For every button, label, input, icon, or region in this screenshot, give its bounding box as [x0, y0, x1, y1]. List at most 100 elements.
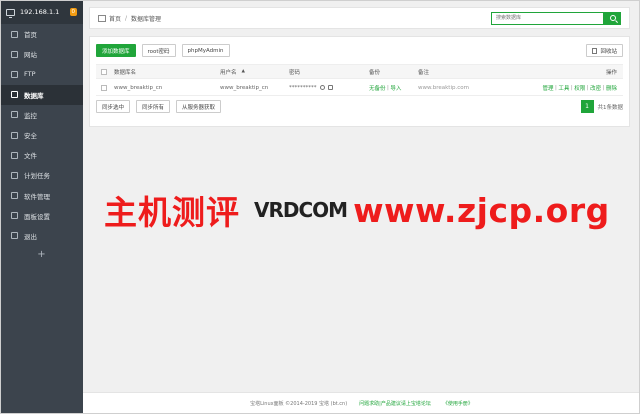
- search-icon: [609, 15, 616, 21]
- search-button[interactable]: [604, 11, 621, 25]
- select-all-checkbox[interactable]: [101, 65, 107, 78]
- change-password-link[interactable]: 改密: [590, 84, 601, 92]
- sidebar-item-security[interactable]: 安全: [0, 125, 83, 145]
- action-separator: |: [586, 84, 589, 91]
- recycle-bin-label: 回收站: [600, 48, 617, 55]
- search-box: [491, 11, 621, 25]
- sidebar-item-label: 软件管理: [24, 192, 50, 201]
- watermark-logo: VRDCOM: [254, 198, 348, 222]
- sidebar-item-label: 首页: [24, 31, 37, 40]
- sidebar-item-software[interactable]: 软件管理: [0, 186, 83, 206]
- delete-link[interactable]: 删除: [606, 84, 617, 92]
- monitor-icon: [11, 111, 18, 119]
- sidebar-item-website[interactable]: 网站: [0, 44, 83, 64]
- ftp-icon: [11, 70, 18, 78]
- breadcrumb-separator: /: [125, 14, 128, 22]
- db-user: www_breaktip_cn: [220, 84, 269, 91]
- root-password-button[interactable]: root密码: [141, 44, 176, 57]
- add-database-button[interactable]: 添加数据库: [96, 44, 136, 57]
- tools-link[interactable]: 工具: [558, 84, 569, 92]
- sidebar-item-monitor[interactable]: 监控: [0, 105, 83, 125]
- trash-icon: [592, 47, 598, 54]
- calendar-icon: [11, 171, 18, 179]
- fetch-from-server-button[interactable]: 从服务器获取: [176, 100, 222, 113]
- sidebar-item-label: 数据库: [24, 91, 44, 100]
- column-header-user-label: 用户名: [220, 69, 237, 76]
- copy-icon[interactable]: [327, 85, 333, 90]
- pagination: 1 共1条数据: [580, 100, 624, 113]
- logout-icon: [11, 232, 18, 240]
- db-name: www_breaktip_cn: [114, 84, 163, 91]
- watermark-cn-text: 主机测评: [104, 193, 240, 232]
- column-header-user[interactable]: 用户名 ▲: [220, 65, 245, 78]
- page-total: 共1条数据: [597, 104, 624, 111]
- checkbox-icon: [101, 84, 107, 91]
- server-header: 192.168.1.1 0: [0, 0, 83, 24]
- sidebar-item-ftp[interactable]: FTP: [0, 64, 83, 84]
- action-separator: |: [555, 84, 557, 91]
- sync-selected-button[interactable]: 同步选中: [96, 100, 131, 113]
- row-checkbox[interactable]: [101, 80, 107, 95]
- breadcrumb-home[interactable]: 首页: [109, 14, 121, 23]
- db-password-cell: **********: [289, 80, 333, 95]
- column-header-name[interactable]: 数据库名: [114, 65, 136, 78]
- sidebar-menu: 首页 网站 FTP 数据库 监控 安全 文件 计划任务 软件管理 面板设置 退出: [0, 24, 83, 246]
- database-icon: [11, 91, 18, 99]
- permission-link[interactable]: 权限: [574, 84, 585, 92]
- eye-icon[interactable]: [319, 85, 325, 90]
- sidebar-item-label: 计划任务: [24, 172, 50, 181]
- gear-icon: [11, 212, 18, 220]
- sidebar-item-label: FTP: [24, 70, 36, 79]
- action-separator: |: [602, 84, 605, 91]
- column-header-backup: 备份: [369, 69, 381, 76]
- notification-badge[interactable]: 0: [69, 8, 77, 16]
- home-icon[interactable]: [98, 14, 106, 22]
- sidebar-item-cron[interactable]: 计划任务: [0, 165, 83, 185]
- sidebar-item-database[interactable]: 数据库: [0, 84, 83, 105]
- db-backup-cell: 无备份 | 导入: [369, 80, 401, 95]
- toolbar: 添加数据库 root密码 phpMyAdmin: [96, 44, 230, 57]
- db-actions: 管理 | 工具 | 权限 | 改密 | 删除: [542, 80, 617, 95]
- footer: 宝塔Linux面板 ©2014-2019 宝塔 (bt.cn) 问题求助|产品建…: [83, 392, 640, 414]
- sync-buttons: 同步选中 同步所有 从服务器获取: [96, 100, 222, 113]
- backup-link[interactable]: 无备份: [369, 84, 386, 92]
- checkbox-icon: [101, 68, 107, 75]
- watermark-url: www.zjcp.org: [353, 190, 610, 230]
- sidebar-item-settings[interactable]: 面板设置: [0, 206, 83, 226]
- home-icon: [11, 30, 18, 38]
- sidebar-item-label: 退出: [24, 232, 37, 241]
- globe-icon: [11, 50, 18, 58]
- footer-forum-link[interactable]: 问题求助|产品建议请上宝塔论坛: [359, 400, 431, 407]
- sidebar-item-label: 文件: [24, 152, 37, 161]
- table-row: www_breaktip_cn www_breaktip_cn ********…: [96, 80, 623, 96]
- database-panel: 添加数据库 root密码 phpMyAdmin 回收站 数据库名 用户名 ▲ 密码…: [89, 36, 630, 127]
- sort-arrow-icon: ▲: [241, 69, 245, 74]
- phpmyadmin-button[interactable]: phpMyAdmin: [181, 44, 230, 57]
- sidebar-item-files[interactable]: 文件: [0, 145, 83, 165]
- action-separator: |: [570, 84, 573, 91]
- breadcrumb-current: 数据库管理: [131, 15, 162, 23]
- table-header: 数据库名 用户名 ▲ 密码 备份 备注 操作: [96, 64, 623, 79]
- sync-all-button[interactable]: 同步所有: [136, 100, 171, 113]
- column-header-password: 密码: [289, 69, 301, 76]
- sidebar-item-logout[interactable]: 退出: [0, 226, 83, 246]
- breadcrumb-bar: 首页 / 数据库管理: [89, 7, 630, 29]
- apps-icon: [11, 192, 18, 200]
- sidebar-item-home[interactable]: 首页: [0, 24, 83, 44]
- folder-icon: [11, 151, 18, 159]
- recycle-bin-button[interactable]: 回收站: [586, 44, 623, 57]
- server-monitor-icon: [6, 8, 15, 18]
- import-link[interactable]: 导入: [390, 84, 401, 92]
- sidebar-item-label: 面板设置: [24, 212, 50, 221]
- backup-separator: |: [387, 84, 389, 91]
- column-header-actions: 操作: [605, 69, 617, 76]
- sidebar-item-label: 安全: [24, 132, 37, 141]
- db-note[interactable]: www.breaktip.com: [418, 80, 469, 95]
- add-menu-button[interactable]: +: [0, 249, 83, 260]
- manage-link[interactable]: 管理: [542, 84, 553, 92]
- shield-icon: [11, 131, 18, 139]
- footer-manual-link[interactable]: 《使用手册》: [443, 400, 473, 407]
- page-number-current[interactable]: 1: [580, 100, 594, 113]
- sidebar-item-label: 网站: [24, 51, 37, 60]
- search-input[interactable]: [491, 11, 604, 25]
